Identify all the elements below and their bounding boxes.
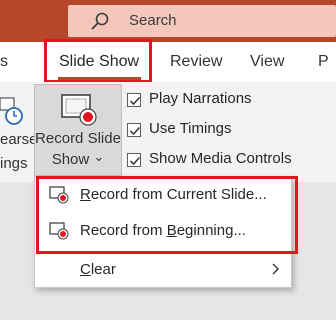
checkbox-checked-icon[interactable] [127, 153, 141, 167]
tab-highlight-box [44, 39, 152, 83]
show-media-controls-label: Show Media Controls [149, 150, 292, 167]
rehearse-label-line1: earse [0, 131, 38, 148]
tab-review[interactable]: Review [170, 53, 222, 71]
tab-partial-left[interactable]: s [0, 53, 8, 71]
record-label-line2: Show [51, 151, 90, 168]
search-icon [91, 12, 109, 30]
record-label-line1: Record Slide [35, 130, 121, 147]
search-placeholder[interactable]: Search [129, 12, 177, 29]
tab-partial-right[interactable]: P [318, 53, 329, 71]
menu-item-suffix: lear [90, 261, 116, 278]
checkbox-checked-icon[interactable] [127, 93, 141, 107]
use-timings-label: Use Timings [149, 120, 232, 137]
tab-view[interactable]: View [250, 53, 284, 71]
menu-highlight-box [36, 176, 298, 254]
checkbox-checked-icon[interactable] [127, 123, 141, 137]
menu-item-accelerator: C [80, 261, 91, 278]
stopwatch-icon [0, 97, 23, 125]
chevron-down-icon: ⌄ [93, 149, 105, 164]
rehearse-label-line2: ings [0, 155, 28, 172]
record-label-line2-wrap: Show ⌄ [34, 149, 122, 170]
chevron-right-icon [272, 263, 279, 275]
clear-item[interactable]: Clear [80, 261, 116, 278]
record-slide-icon [61, 94, 97, 126]
play-narrations-label: Play Narrations [149, 90, 252, 107]
rehearse-timings-button[interactable]: earse ings [0, 128, 38, 176]
record-slide-show-label: Record Slide Show ⌄ [34, 128, 122, 170]
